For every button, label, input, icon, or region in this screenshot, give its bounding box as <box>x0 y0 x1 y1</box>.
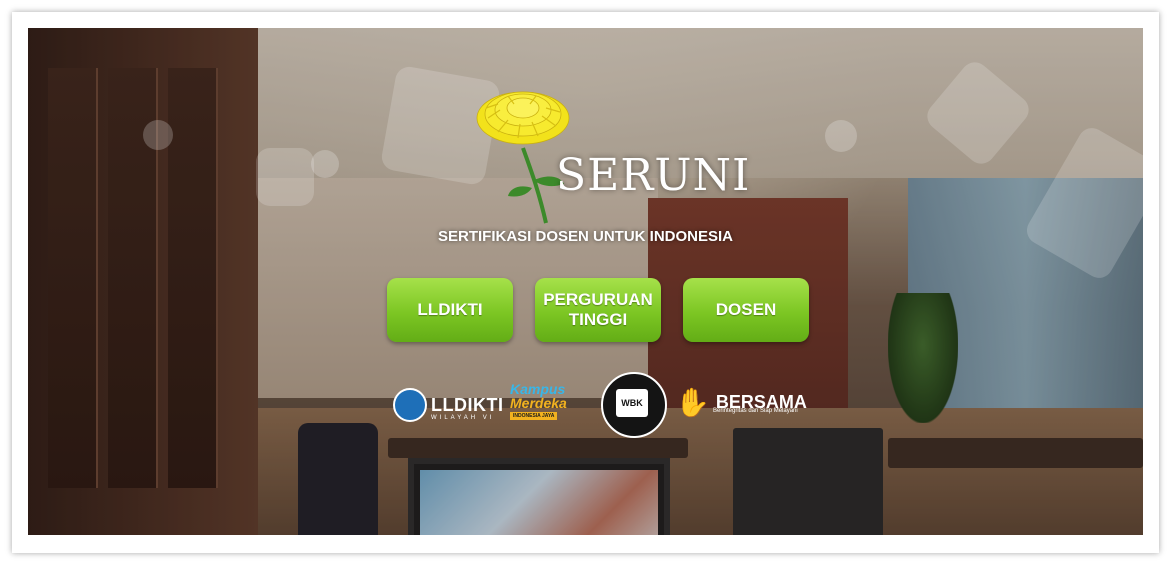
indonesia-jaya-text: INDONESIA JAYA <box>510 412 558 420</box>
lldikti-logo-text: LLDIKTI <box>431 394 504 415</box>
decor-circle <box>143 120 173 150</box>
merdeka-text: Merdeka <box>510 395 567 411</box>
decor-square <box>256 148 314 206</box>
office-background: SERUNI SERTIFIKASI DOSEN UNTUK INDONESIA… <box>28 28 1143 535</box>
decor-circle <box>825 120 857 152</box>
perguruan-tinggi-button[interactable]: PERGURUAN TINGGI <box>535 278 661 342</box>
kampus-text: Kampus <box>510 381 566 397</box>
lldikti-logo-sub: WILAYAH VI <box>431 415 495 421</box>
decor-circle <box>311 150 339 178</box>
handshake-icon: ✋ <box>675 387 710 418</box>
kampus-merdeka-logo: Kampus Merdeka INDONESIA JAYA <box>510 381 567 420</box>
app-title: SERUNI <box>556 150 751 201</box>
tut-wuri-handayani-icon <box>393 388 427 422</box>
lldikti-logo: LLDIKTI WILAYAH VI <box>393 388 504 422</box>
tagline: SERTIFIKASI DOSEN UNTUK INDONESIA <box>437 228 734 245</box>
partner-logos: LLDIKTI WILAYAH VI Kampus Merdeka INDONE… <box>383 370 823 440</box>
seruni-logo: SERUNI <box>468 88 749 228</box>
wbk-label: WBK <box>616 389 648 417</box>
wbk-badge-icon: WBK <box>601 372 667 438</box>
dosen-button[interactable]: DOSEN <box>683 278 809 342</box>
lldikti-button[interactable]: LLDIKTI <box>387 278 513 342</box>
wbk-logo: WBK <box>601 372 667 438</box>
bersama-sub: Berintegritas dan Siap Melayani <box>713 408 798 414</box>
page-frame: SERUNI SERTIFIKASI DOSEN UNTUK INDONESIA… <box>12 12 1159 553</box>
bersama-logo: ✋ BERSAMA Berintegritas dan Siap Melayan… <box>675 386 807 419</box>
